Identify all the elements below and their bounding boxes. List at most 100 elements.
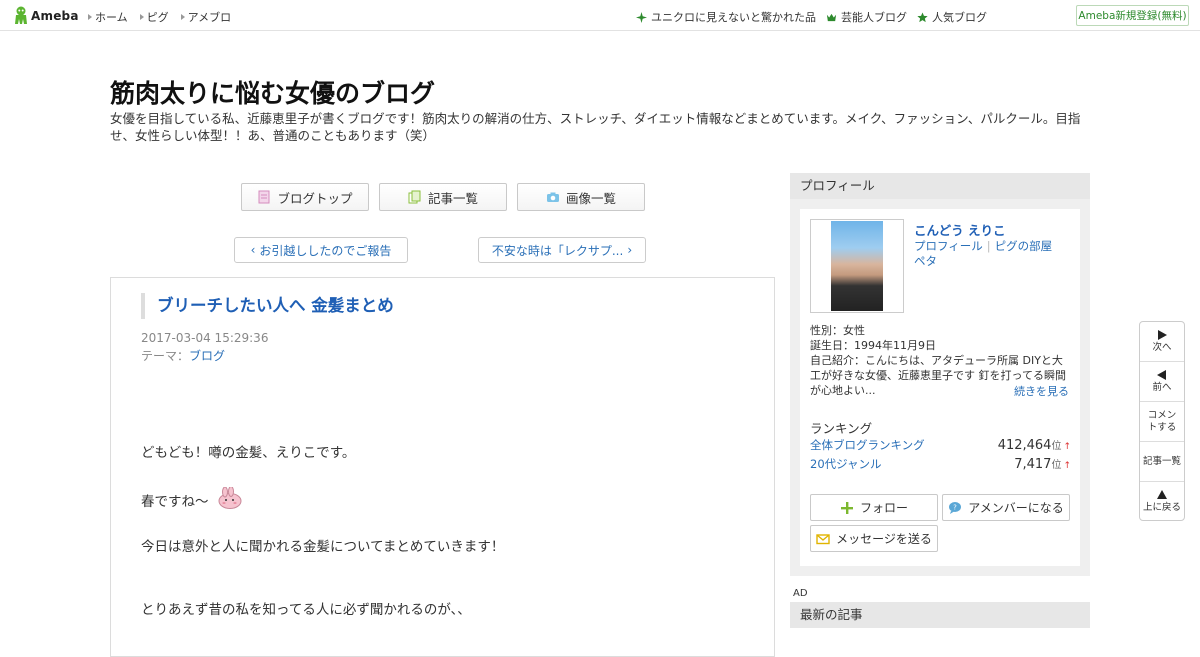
float-entry-list-label: 記事一覧 bbox=[1142, 455, 1181, 467]
avatar-photo bbox=[831, 221, 883, 311]
next-entry-link[interactable]: 不安な時は「レクサプ... › bbox=[478, 237, 646, 263]
send-message-label: メッセージを送る bbox=[836, 532, 932, 546]
profile-avatar[interactable] bbox=[810, 219, 904, 313]
entry-paragraph-text: 春ですね〜 bbox=[141, 494, 209, 510]
follow-button[interactable]: フォロー bbox=[810, 494, 938, 521]
header-link-promo-label: ユニクロに見えないと驚かれた品 bbox=[651, 11, 816, 24]
nav-home[interactable]: ホーム bbox=[88, 9, 128, 25]
crown-icon bbox=[826, 13, 837, 21]
blog-top-label: ブログトップ bbox=[277, 190, 353, 206]
entry-list-button[interactable]: 記事一覧 bbox=[379, 183, 507, 211]
triangle-up-icon bbox=[1157, 490, 1167, 499]
amember-icon: ? bbox=[949, 501, 962, 514]
send-message-button[interactable]: メッセージを送る bbox=[810, 525, 938, 552]
profile-heading: プロフィール bbox=[790, 173, 1090, 199]
entry-theme-label: テーマ： bbox=[141, 349, 190, 363]
entry-title[interactable]: ブリーチしたい人へ 金髪まとめ bbox=[141, 293, 394, 319]
profile-name[interactable]: こんどう えりこ bbox=[914, 220, 1005, 239]
mail-icon bbox=[816, 533, 830, 544]
arrow-right-icon bbox=[180, 14, 185, 20]
profile-links: プロフィール | ピグの部屋 ペタ bbox=[914, 239, 1052, 269]
float-prev-button[interactable]: 前へ bbox=[1140, 362, 1184, 402]
header-link-popular[interactable]: 人気ブログ bbox=[917, 9, 987, 25]
nav-pigg[interactable]: ピグ bbox=[139, 9, 169, 25]
floating-nav: 次へ 前へ コメントする 記事一覧 上に戻る bbox=[1139, 321, 1185, 521]
amember-label: アメンバーになる bbox=[968, 501, 1064, 515]
camera-icon bbox=[546, 192, 559, 202]
profile-birthday: 誕生日：1994年11月9日 bbox=[810, 339, 936, 352]
nav-ameblo[interactable]: アメブロ bbox=[180, 9, 232, 25]
ameba-logo-icon bbox=[15, 6, 27, 24]
document-icon bbox=[258, 190, 270, 204]
header-link-popular-label: 人気ブログ bbox=[932, 11, 987, 24]
arrow-right-icon bbox=[88, 14, 92, 20]
ad-label: AD bbox=[793, 588, 808, 599]
entry-theme-link[interactable]: ブログ bbox=[189, 349, 225, 363]
star-icon bbox=[917, 11, 928, 22]
signup-button[interactable]: Ameba新規登録(無料) bbox=[1076, 5, 1189, 26]
peta-link[interactable]: ペタ bbox=[914, 254, 937, 268]
header-link-celebrity-label: 芸能人ブログ bbox=[841, 11, 907, 24]
ranking-row-overall: 全体ブログランキング 412,464位 ↑ bbox=[810, 437, 1071, 453]
float-comment-button[interactable]: コメントする bbox=[1140, 402, 1184, 442]
ranking-overall-value: 412,464位 ↑ bbox=[998, 437, 1071, 453]
nav-pigg-label: ピグ bbox=[146, 11, 169, 24]
float-next-button[interactable]: 次へ bbox=[1140, 322, 1184, 362]
image-list-button[interactable]: 画像一覧 bbox=[517, 183, 645, 211]
header-link-promo[interactable]: ユニクロに見えないと驚かれた品 bbox=[636, 9, 816, 25]
ranking-unit: 位 bbox=[1051, 460, 1062, 471]
ranking-heading: ランキング bbox=[810, 421, 873, 436]
ranking-row-genre: 20代ジャンル 7,417位 ↑ bbox=[810, 456, 1071, 472]
triangle-left-icon bbox=[1157, 369, 1166, 380]
entry-paragraph: とりあえず昔の私を知ってる人に必ず聞かれるのが、、 bbox=[141, 602, 471, 618]
float-entry-list-button[interactable]: 記事一覧 bbox=[1140, 442, 1184, 482]
read-more-link[interactable]: 続きを見る bbox=[1014, 383, 1069, 399]
header-links: ユニクロに見えないと驚かれた品 芸能人ブログ 人気ブログ bbox=[636, 9, 987, 25]
link-separator: | bbox=[986, 239, 991, 253]
entry-paragraph: どもども！噂の金髪、えりこです。 bbox=[141, 445, 356, 461]
sparkle-icon bbox=[636, 11, 647, 23]
float-back-to-top-button[interactable]: 上に戻る bbox=[1140, 482, 1184, 522]
arrow-right-icon bbox=[139, 14, 144, 20]
prev-entry-title: お引越ししたのでご報告 bbox=[259, 243, 392, 258]
float-prev-label: 前へ bbox=[1152, 381, 1172, 393]
next-entry-title: 不安な時は「レクサプ... bbox=[491, 243, 624, 258]
recent-entries-heading: 最新の記事 bbox=[790, 602, 1090, 628]
entry-date: 2017-03-04 15:29:36 bbox=[141, 331, 269, 345]
profile-gender: 性別：女性 bbox=[810, 324, 865, 337]
entry-theme: テーマ：ブログ bbox=[141, 347, 225, 364]
ameba-logo[interactable]: Ameba bbox=[13, 6, 79, 25]
triangle-right-icon bbox=[1158, 329, 1167, 340]
amember-button[interactable]: ? アメンバーになる bbox=[942, 494, 1070, 521]
float-back-to-top-label: 上に戻る bbox=[1142, 502, 1181, 513]
ranking-genre-value: 7,417位 ↑ bbox=[1014, 456, 1071, 472]
pigg-room-link[interactable]: ピグの部屋 bbox=[995, 239, 1053, 253]
copy-icon bbox=[408, 190, 421, 204]
rabbit-sticker-icon bbox=[218, 487, 242, 509]
prev-entry-link[interactable]: ‹ お引越ししたのでご報告 bbox=[234, 237, 408, 263]
ranking-number: 7,417 bbox=[1014, 457, 1052, 472]
svg-text:?: ? bbox=[953, 503, 957, 511]
image-list-label: 画像一覧 bbox=[565, 190, 616, 206]
entry-paragraph: 今日は意外と人に聞かれる金髪についてまとめていきます！ bbox=[141, 539, 505, 555]
profile-link[interactable]: プロフィール bbox=[914, 239, 983, 253]
entry-list-label: 記事一覧 bbox=[427, 190, 478, 206]
header-link-celebrity[interactable]: 芸能人ブログ bbox=[826, 9, 907, 25]
ranking-genre-link[interactable]: 20代ジャンル bbox=[810, 456, 882, 472]
chevron-left-icon: ‹ bbox=[250, 243, 256, 257]
ranking-overall-link[interactable]: 全体ブログランキング bbox=[810, 437, 925, 453]
chevron-right-icon: › bbox=[627, 243, 633, 257]
blog-top-button[interactable]: ブログトップ bbox=[241, 183, 369, 211]
logo-text: Ameba bbox=[31, 8, 79, 23]
follow-label: フォロー bbox=[859, 501, 908, 515]
global-nav: ホーム ピグ アメブロ bbox=[88, 9, 231, 25]
nav-ameblo-label: アメブロ bbox=[187, 11, 232, 24]
entry-paragraph-with-sticker: 春ですね〜 bbox=[141, 487, 243, 510]
blog-description: 女優を目指している私、近藤恵里子が書くブログです！筋肉太りの解消の仕方、ストレッ… bbox=[110, 111, 1081, 143]
rank-up-arrow-icon: ↑ bbox=[1063, 461, 1071, 471]
float-comment-label: コメントする bbox=[1147, 409, 1177, 433]
blog-title[interactable]: 筋肉太りに悩む女優のブログ bbox=[110, 74, 435, 110]
ranking-number: 412,464 bbox=[997, 438, 1052, 453]
ranking-unit: 位 bbox=[1051, 441, 1062, 452]
float-next-label: 次へ bbox=[1152, 341, 1172, 353]
